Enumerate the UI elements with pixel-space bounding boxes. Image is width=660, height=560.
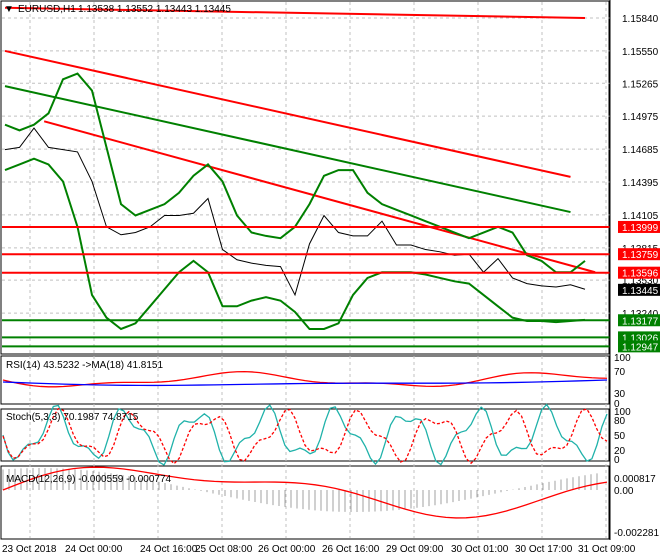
series-bb_upper (4, 72, 586, 274)
time-tick: 31 Oct 09:00 (578, 544, 636, 555)
macd-tick: -0.002281 (614, 528, 659, 539)
time-tick: 26 Oct 00:00 (258, 544, 316, 555)
green-ma (4, 85, 571, 214)
time-tick: 30 Oct 17:00 (515, 544, 573, 555)
price-tick: 1.14975 (622, 112, 659, 123)
price-tick: 1.15265 (622, 79, 659, 90)
macd-tick: 0.000817 (614, 474, 656, 485)
time-tick: 26 Oct 16:00 (322, 544, 380, 555)
time-tick: 30 Oct 01:00 (451, 544, 509, 555)
series-bb_lower (4, 157, 586, 331)
series-close (4, 127, 586, 297)
stoch-tick: 80 (614, 416, 626, 427)
rsi-tick: 100 (614, 353, 631, 364)
time-tick: 25 Oct 08:00 (195, 544, 253, 555)
macd-title: MACD(12,26,9) -0.000559 -0.000774 (6, 474, 172, 485)
price-tick: 1.14105 (622, 211, 659, 222)
stoch-tick: 50 (614, 431, 626, 442)
chart-canvas[interactable]: 1.15840 1.15550 1.15265 1.14975 1.14685 1.143… (0, 0, 660, 560)
dropdown-icon: ▼ (4, 4, 14, 15)
time-tick: 24 Oct 00:00 (65, 544, 123, 555)
red-ma (4, 49, 571, 178)
level-label: 1.13759 (622, 250, 659, 261)
rsi-title: RSI(14) 43.5232 ->MA(18) 41.8151 (6, 360, 163, 371)
stoch-title: Stoch(5,3,3) 70.1987 74.8715 (6, 412, 139, 423)
time-tick: 23 Oct 2018 (2, 544, 57, 555)
price-tick: 1.14685 (622, 145, 659, 156)
level-label: 1.12947 (622, 342, 659, 353)
symbol-label: EURUSD,H1 (18, 4, 76, 15)
ohlc-label: 1.13538 1.13552 1.13443 1.13445 (78, 4, 231, 15)
trading-chart: 1.15840 1.15550 1.15265 1.14975 1.14685 1.143… (0, 0, 660, 560)
rsi-tick: 70 (614, 367, 626, 378)
time-tick: 24 Oct 16:00 (140, 544, 198, 555)
stoch-tick: 0 (614, 455, 620, 466)
panel-frame-0 (0, 0, 610, 355)
price-tick: 1.14395 (622, 178, 659, 189)
price-tick: 1.15840 (622, 14, 659, 25)
current-price-label: 1.13445 (622, 286, 659, 297)
level-label: 1.13596 (622, 269, 659, 280)
macd-tick: 0.00 (614, 486, 634, 497)
level-label: 1.13177 (622, 316, 659, 327)
level-label: 1.13999 (622, 223, 659, 234)
resistance-trendline (43, 120, 596, 274)
price-tick: 1.15550 (622, 47, 659, 58)
time-tick: 29 Oct 09:00 (386, 544, 444, 555)
